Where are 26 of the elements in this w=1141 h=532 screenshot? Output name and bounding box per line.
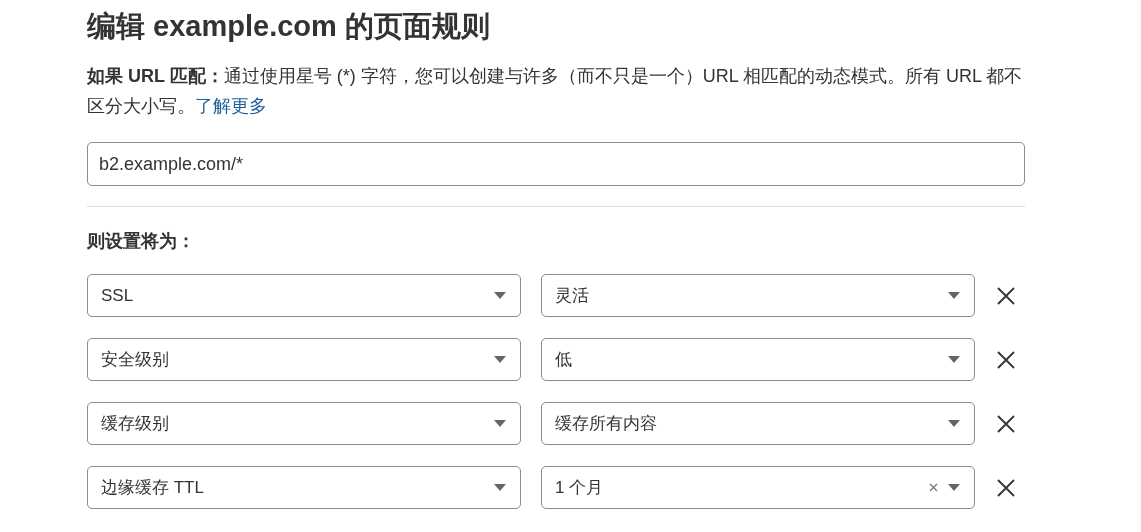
remove-button[interactable] [995,476,1017,499]
value-select[interactable]: 灵活 [541,274,975,317]
setting-select[interactable]: 边缘缓存 TTL [87,466,521,509]
value-select[interactable]: 1 个月 [541,466,975,509]
settings-heading: 则设置将为： [87,230,195,253]
clear-icon[interactable] [929,483,938,492]
caret-icon [948,292,960,299]
page-title: 编辑 example.com 的页面规则 [87,9,490,41]
url-field[interactable]: b2.example.com/* [87,142,1025,186]
remove-button[interactable] [995,284,1017,307]
caret-icon [494,292,506,299]
caret-icon [494,420,506,427]
caret-icon [948,420,960,427]
setting-select[interactable]: 安全级别 [87,338,521,381]
value-select[interactable]: 低 [541,338,975,381]
caret-icon [494,484,506,491]
caret-icon [948,356,960,363]
remove-button[interactable] [995,412,1017,435]
description-text: 如果 URL 匹配：通过使用星号 (*) 字符，您可以创建与许多（而不只是一个）URL 相匹配的动态模式。所有 URL 都不区分大小写。了解更多 [87,65,1024,118]
value-select[interactable]: 缓存所有内容 [541,402,975,445]
caret-icon [948,484,960,491]
caret-icon [494,356,506,363]
learn-more-link[interactable]: 了解更多 [195,96,267,116]
setting-select[interactable]: 缓存级别 [87,402,521,445]
setting-select[interactable]: SSL [87,274,521,317]
remove-button[interactable] [995,348,1017,371]
